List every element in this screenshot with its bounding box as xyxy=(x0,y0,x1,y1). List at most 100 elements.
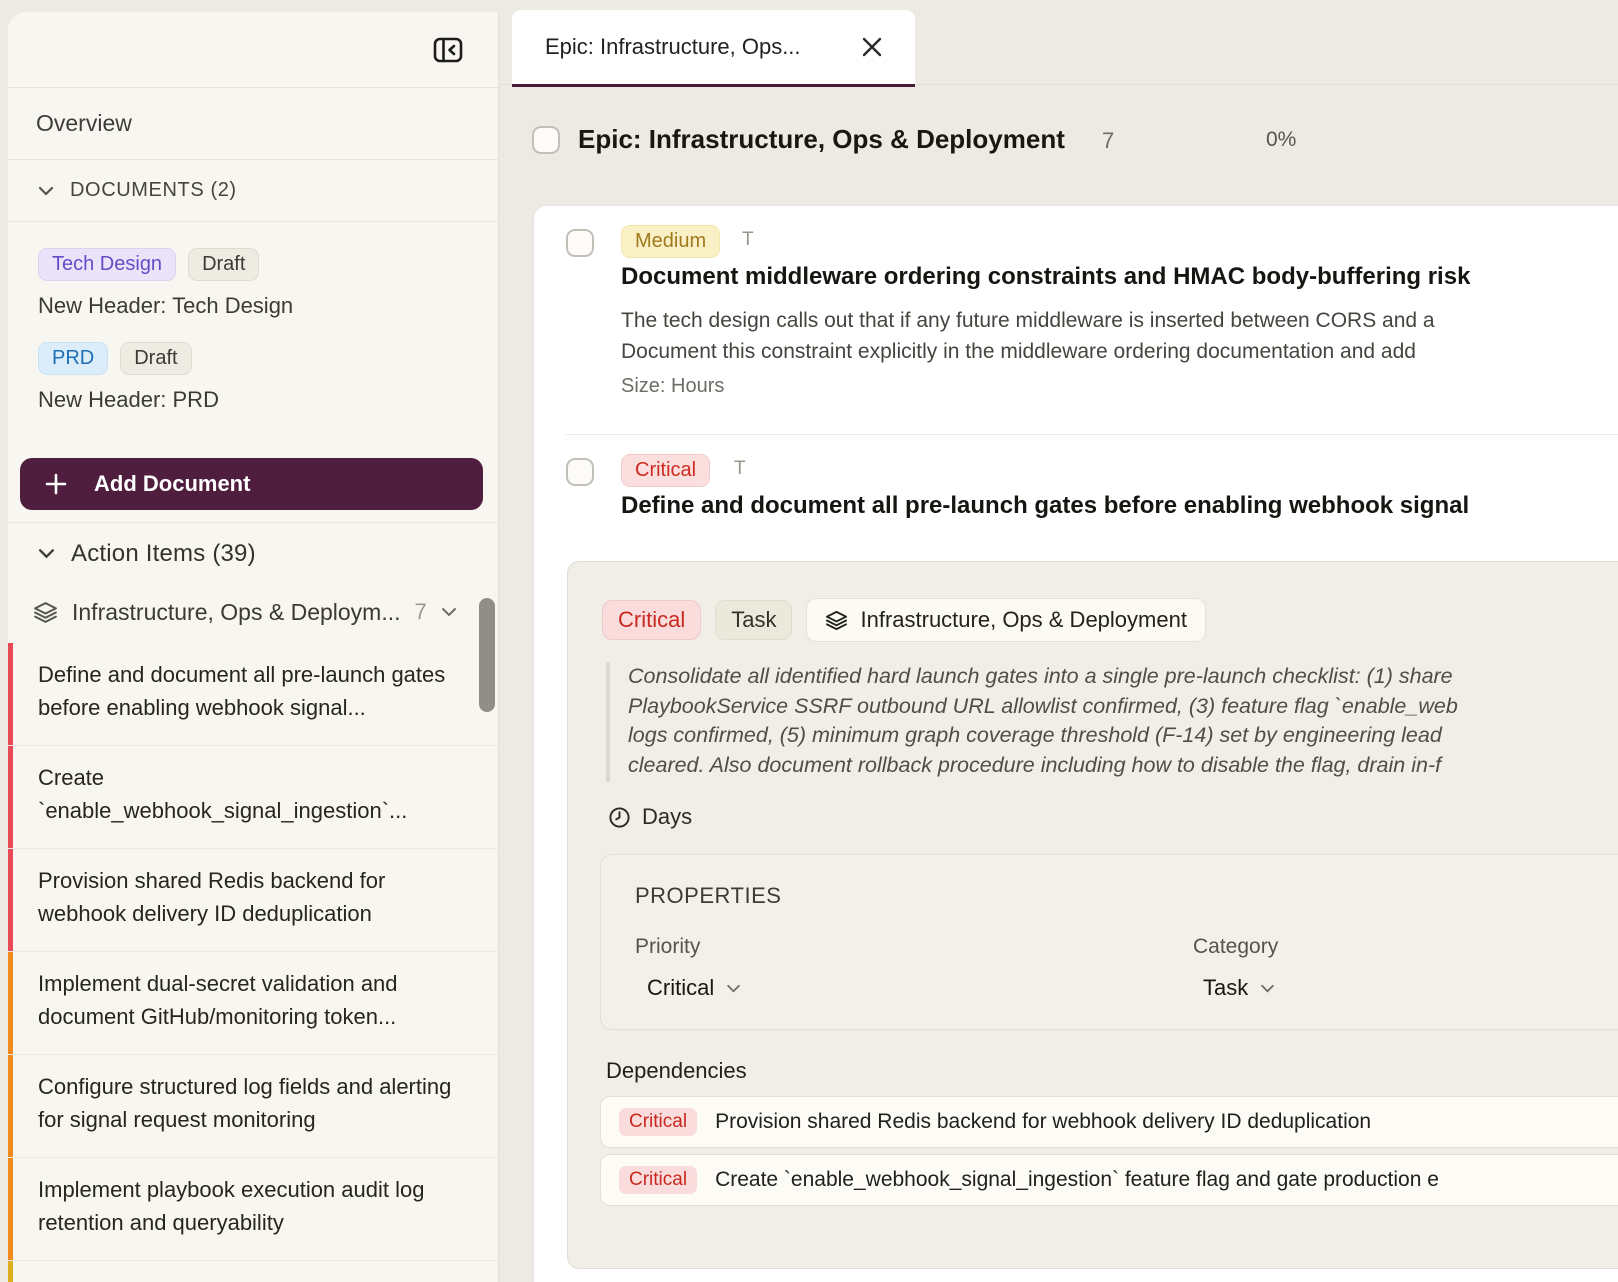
list-item[interactable]: Configure structured log fields and aler… xyxy=(8,1055,498,1158)
doc-type-badge: PRD xyxy=(38,342,108,375)
list-item[interactable]: Create `enable_webhook_signal_ingestion`… xyxy=(8,746,498,849)
effort-value: Days xyxy=(642,804,692,830)
action-item-text: Configure structured log fields and aler… xyxy=(38,1070,470,1136)
chevron-down-icon xyxy=(726,984,741,993)
quote-line: PlaybookService SSRF outbound URL allowl… xyxy=(628,692,1458,722)
document-item-prd[interactable]: PRD Draft New Header: PRD xyxy=(38,342,478,413)
dependency-priority-badge: Critical xyxy=(619,1108,697,1136)
action-items-group-row[interactable]: Infrastructure, Ops & Deploym... 7 xyxy=(8,584,498,640)
plus-icon xyxy=(44,472,68,496)
dependency-row[interactable]: Critical Provision shared Redis backend … xyxy=(600,1096,1618,1148)
doc-title: New Header: Tech Design xyxy=(38,293,478,319)
epic-checkbox[interactable] xyxy=(532,126,560,154)
detail-badges-row: Critical Task Infrastructure, Ops & Depl… xyxy=(602,598,1206,642)
list-item[interactable] xyxy=(8,1261,498,1282)
effort-row: Days xyxy=(608,804,692,830)
clock-icon xyxy=(608,806,631,829)
layers-icon xyxy=(825,609,848,632)
task-description: The tech design calls out that if any fu… xyxy=(621,305,1435,367)
task-checkbox[interactable] xyxy=(566,458,594,486)
list-item[interactable]: Implement playbook execution audit log r… xyxy=(8,1158,498,1261)
quote-line: cleared. Also document rollback procedur… xyxy=(628,751,1458,781)
action-item-text: Provision shared Redis backend for webho… xyxy=(38,864,470,930)
priority-badge: Critical xyxy=(621,454,710,487)
quote-line: logs confirmed, (5) minimum graph covera… xyxy=(628,721,1458,751)
action-item-text: Implement playbook execution audit log r… xyxy=(38,1173,470,1239)
overview-label: Overview xyxy=(36,110,132,137)
dependency-row[interactable]: Critical Create `enable_webhook_signal_i… xyxy=(600,1154,1618,1206)
severity-bar xyxy=(8,746,13,848)
close-icon[interactable] xyxy=(855,30,889,64)
severity-bar xyxy=(8,1261,13,1282)
task-size: Size: Hours xyxy=(621,375,724,398)
severity-bar xyxy=(8,849,13,951)
task-detail-panel: Critical Task Infrastructure, Ops & Depl… xyxy=(567,561,1618,1269)
sidebar: Overview DOCUMENTS (2) Tech Design Draft… xyxy=(8,12,499,1282)
list-item[interactable]: Define and document all pre-launch gates… xyxy=(8,643,498,746)
task-title[interactable]: Define and document all pre-launch gates… xyxy=(621,492,1469,520)
dependency-text: Provision shared Redis backend for webho… xyxy=(715,1110,1371,1134)
dependency-priority-badge: Critical xyxy=(619,1166,697,1194)
documents-header-label: DOCUMENTS (2) xyxy=(70,179,237,202)
doc-status-badge: Draft xyxy=(120,342,191,375)
list-item[interactable]: Implement dual-secret validation and doc… xyxy=(8,952,498,1055)
list-item[interactable]: Provision shared Redis backend for webho… xyxy=(8,849,498,952)
task-detail-description: Consolidate all identified hard launch g… xyxy=(628,662,1458,780)
priority-badge: Medium xyxy=(621,225,720,258)
action-items-header-label: Action Items (39) xyxy=(71,540,256,568)
action-item-text: Implement dual-secret validation and doc… xyxy=(38,967,470,1033)
group-count: 7 xyxy=(415,599,427,625)
category-label: Category xyxy=(1193,935,1278,959)
chevron-down-icon[interactable] xyxy=(441,607,457,617)
epic-progress-percent: 0% xyxy=(1266,128,1296,152)
properties-title: PROPERTIES xyxy=(635,883,781,909)
task-description-line: Document this constraint explicitly in t… xyxy=(621,336,1435,367)
epic-badge-label: Infrastructure, Ops & Deployment xyxy=(860,607,1186,633)
chevron-down-icon xyxy=(38,186,54,196)
tab-epic-infrastructure[interactable]: Epic: Infrastructure, Ops... xyxy=(512,10,915,87)
app-root: Overview DOCUMENTS (2) Tech Design Draft… xyxy=(0,0,1618,1282)
severity-bar xyxy=(8,1158,13,1260)
chevron-down-icon xyxy=(1260,984,1275,993)
category-value: Task xyxy=(1203,975,1248,1001)
epic-task-count: 7 xyxy=(1102,128,1114,154)
priority-dropdown[interactable]: Critical xyxy=(647,975,741,1001)
doc-type-badge: Tech Design xyxy=(38,248,176,281)
add-document-label: Add Document xyxy=(94,471,250,497)
priority-badge: Critical xyxy=(602,600,701,640)
task-type-letter: T xyxy=(742,229,754,251)
page-title: Epic: Infrastructure, Ops & Deployment xyxy=(578,124,1065,155)
dependencies-title: Dependencies xyxy=(606,1058,747,1084)
severity-bar xyxy=(8,952,13,1054)
sidebar-topbar xyxy=(8,12,498,88)
layers-icon xyxy=(33,600,58,625)
divider xyxy=(566,434,1618,435)
collapse-sidebar-icon xyxy=(431,33,465,67)
priority-label: Priority xyxy=(635,935,700,959)
sidebar-scrollbar-thumb[interactable] xyxy=(479,598,495,712)
task-list-card: Medium T Document middleware ordering co… xyxy=(533,205,1618,1282)
action-item-text: Create `enable_webhook_signal_ingestion`… xyxy=(38,761,470,827)
epic-badge[interactable]: Infrastructure, Ops & Deployment xyxy=(806,598,1205,642)
task-checkbox[interactable] xyxy=(566,229,594,257)
sidebar-item-overview[interactable]: Overview xyxy=(8,88,498,160)
task-description-line: The tech design calls out that if any fu… xyxy=(621,305,1435,336)
collapse-sidebar-button[interactable] xyxy=(430,32,466,68)
severity-bar xyxy=(8,643,13,745)
add-document-button[interactable]: Add Document xyxy=(20,458,483,510)
action-items-section-header[interactable]: Action Items (39) xyxy=(8,522,498,584)
chevron-down-icon xyxy=(38,548,55,559)
properties-box: PROPERTIES Priority Critical Category Ta… xyxy=(600,854,1618,1030)
documents-section-header[interactable]: DOCUMENTS (2) xyxy=(8,160,498,222)
action-item-text: Define and document all pre-launch gates… xyxy=(38,658,470,724)
priority-value: Critical xyxy=(647,975,714,1001)
category-dropdown[interactable]: Task xyxy=(1203,975,1275,1001)
dependency-text: Create `enable_webhook_signal_ingestion`… xyxy=(715,1168,1439,1192)
quote-line: Consolidate all identified hard launch g… xyxy=(628,662,1458,692)
document-item-tech-design[interactable]: Tech Design Draft New Header: Tech Desig… xyxy=(38,248,478,319)
task-title[interactable]: Document middleware ordering constraints… xyxy=(621,263,1470,291)
doc-status-badge: Draft xyxy=(188,248,259,281)
task-type-letter: T xyxy=(734,458,746,480)
blockquote-bar xyxy=(606,662,610,782)
action-items-list: Define and document all pre-launch gates… xyxy=(8,643,498,1282)
